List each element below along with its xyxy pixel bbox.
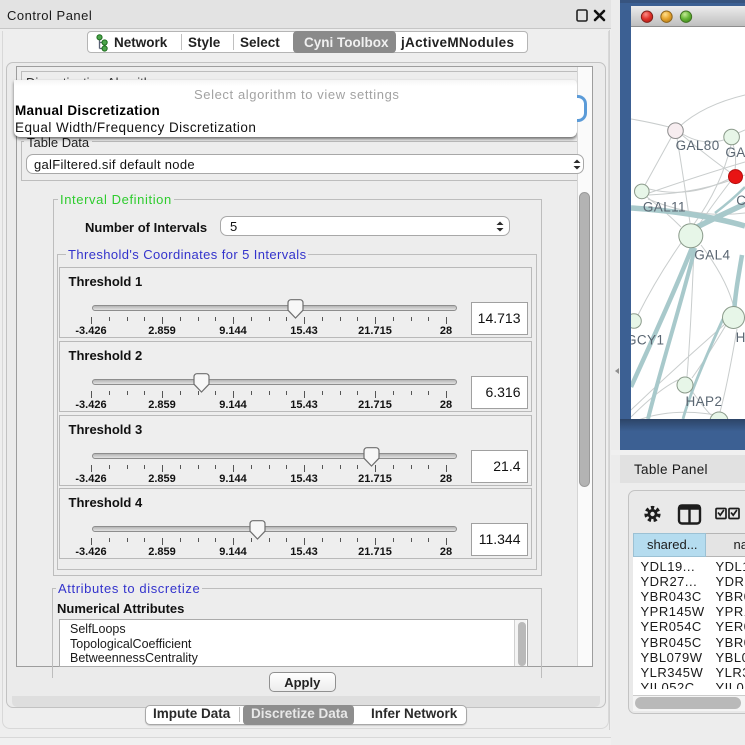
svg-text:CYC8: CYC8 [736,193,745,208]
svg-text:GAL80: GAL80 [676,138,720,153]
svg-text:GAL4: GAL4 [725,145,745,160]
svg-text:GAL4: GAL4 [694,248,730,263]
svg-text:HIS4: HIS4 [736,330,745,345]
svg-text:HAP2: HAP2 [686,394,723,409]
svg-text:GAL11: GAL11 [643,200,686,215]
svg-text:GCY1: GCY1 [631,333,664,348]
